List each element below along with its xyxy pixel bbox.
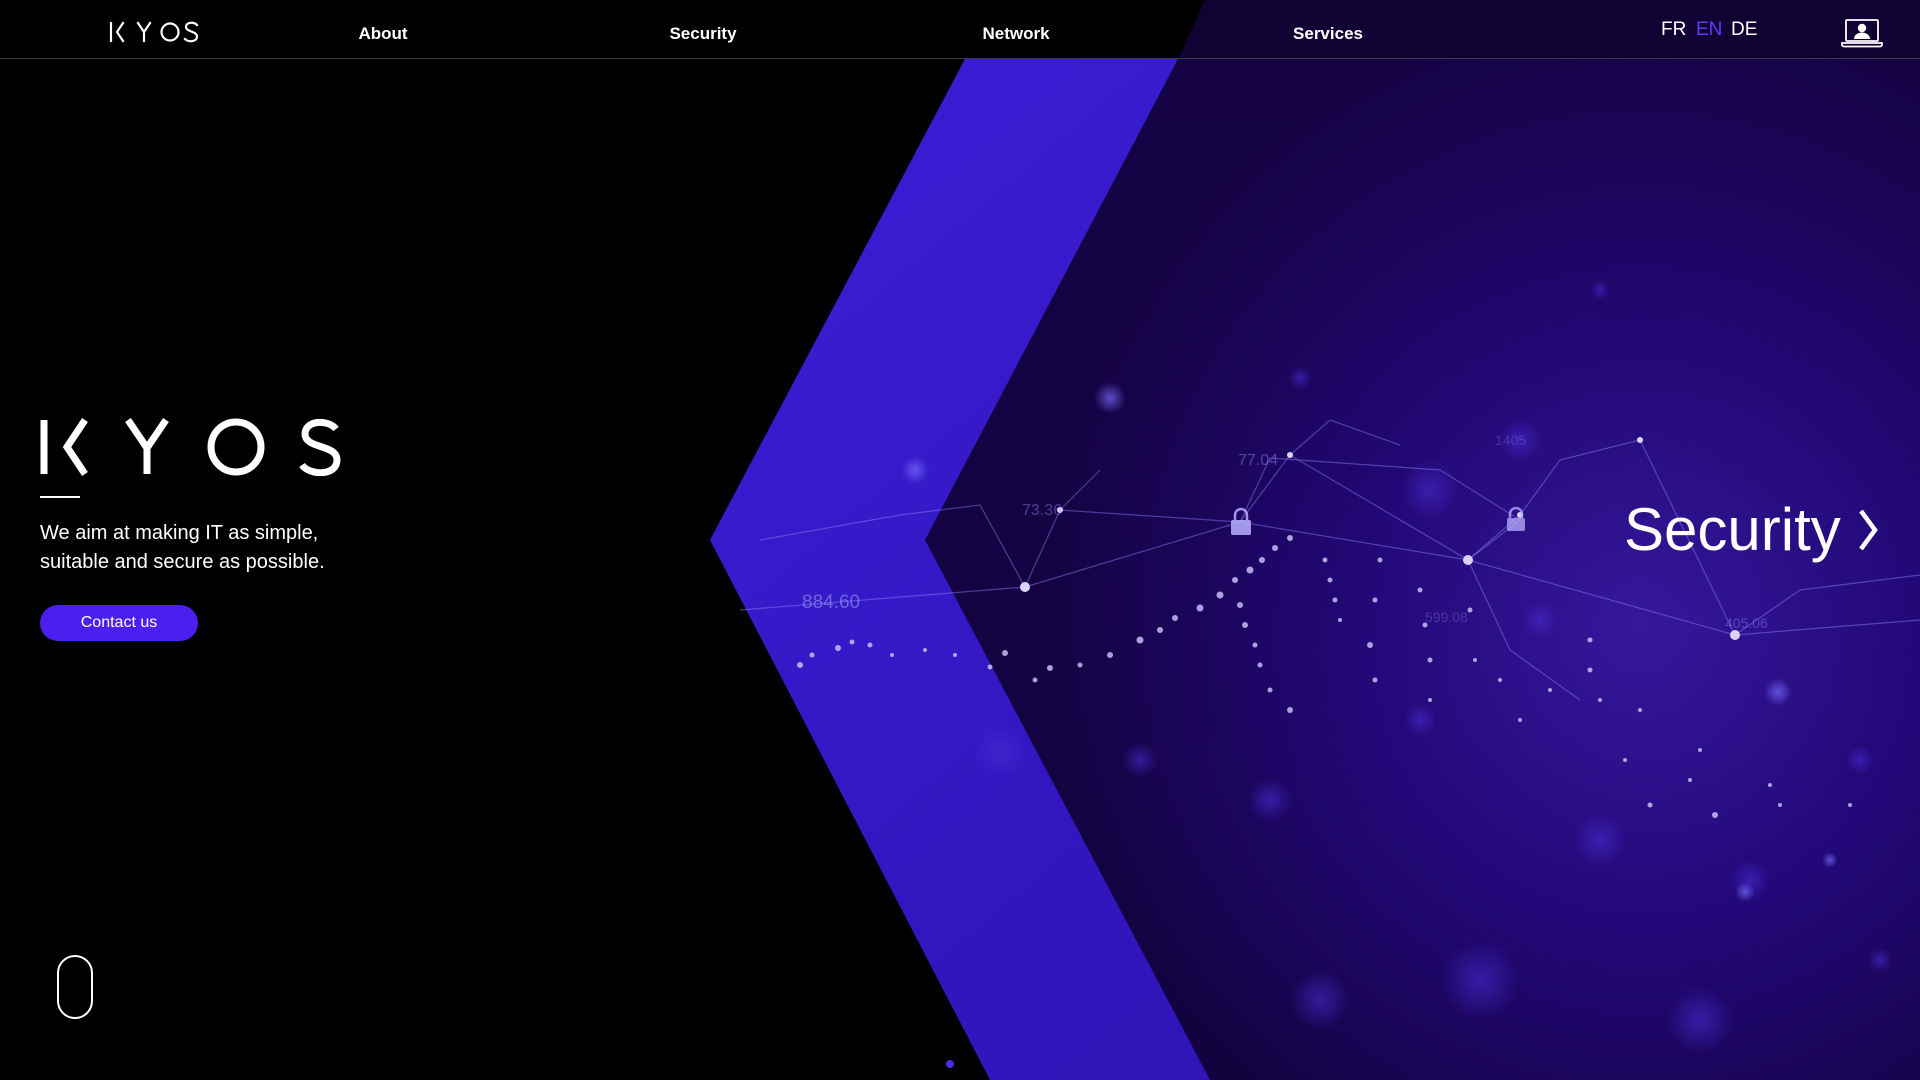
slide-security-link[interactable]: Security — [1624, 500, 1879, 560]
background-number: 405.06 — [1725, 615, 1768, 631]
nav-services[interactable]: Services — [1293, 24, 1363, 44]
hero-tagline: We aim at making IT as simple, suitable … — [40, 519, 400, 577]
laptop-user-icon[interactable] — [1841, 18, 1883, 48]
nav-about[interactable]: About — [358, 24, 407, 44]
hero-tagline-line: suitable and secure as possible. — [40, 551, 325, 573]
top-nav-bar: About Security Network Services FR EN DE — [0, 0, 1920, 59]
slide-pagination-dot[interactable] — [946, 1060, 954, 1068]
kyos-logo[interactable] — [109, 20, 200, 44]
kyos-hero-logo — [40, 418, 341, 476]
lang-fr[interactable]: FR — [1661, 19, 1686, 41]
lang-en[interactable]: EN — [1696, 19, 1722, 41]
lang-de[interactable]: DE — [1731, 19, 1757, 41]
nav-network[interactable]: Network — [982, 24, 1049, 44]
slide-title: Security — [1624, 496, 1841, 563]
contact-us-button[interactable]: Contact us — [40, 605, 198, 641]
background-number: 884.60 — [802, 592, 860, 613]
mouse-scroll-icon[interactable] — [57, 955, 93, 1019]
hero-tagline-line: We aim at making IT as simple, — [40, 522, 319, 544]
hero-divider — [40, 496, 80, 498]
background-number: 1405 — [1495, 432, 1526, 448]
page: 884.60 77.04 73.36 405.06 599.08 1405 Ab… — [0, 0, 1920, 1080]
background-number: 599.08 — [1425, 609, 1468, 625]
background-number: 73.36 — [1022, 502, 1062, 519]
chevron-right-icon — [1858, 509, 1878, 551]
nav-security[interactable]: Security — [669, 24, 736, 44]
background-number: 77.04 — [1238, 452, 1278, 469]
